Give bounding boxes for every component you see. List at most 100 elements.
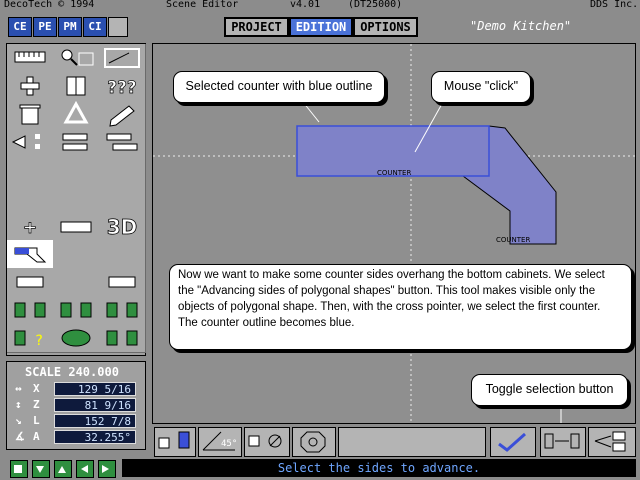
swap-button[interactable] (540, 427, 586, 457)
empty-slot (7, 184, 54, 213)
distribute-icon (11, 134, 40, 149)
zoom-measure-button[interactable] (53, 44, 100, 73)
tab-pm[interactable]: PM (58, 17, 82, 37)
group-align-button[interactable] (99, 296, 146, 325)
group-replace-button[interactable] (99, 324, 146, 353)
arrow-up-icon (58, 466, 66, 473)
delete-button[interactable] (7, 100, 54, 129)
group-query-button[interactable]: ? (7, 324, 54, 353)
plus-question-icon: + (23, 218, 38, 239)
empty-slot (7, 156, 54, 185)
cabinet-button[interactable] (53, 72, 100, 101)
empty-slot (99, 184, 146, 213)
arrow-right-icon (102, 465, 109, 473)
hand-icon (16, 276, 44, 288)
angle-value-field[interactable]: 32.255° (54, 430, 136, 444)
tab-pe[interactable]: PE (33, 17, 57, 37)
toggle-selection-icon (594, 431, 626, 452)
status-bar: Select the sides to advance. (122, 459, 636, 477)
flip-button[interactable] (99, 128, 146, 157)
empty-slot (53, 240, 100, 269)
nav-down-button[interactable] (32, 460, 50, 478)
hand-right-button[interactable] (99, 268, 146, 297)
advance-sides-icon (14, 247, 47, 263)
company-label: DecoTech © 1994 (4, 0, 95, 10)
x-axis-label: X (33, 382, 40, 395)
group-icon (60, 302, 92, 318)
length-label: L (33, 414, 40, 427)
advance-polygon-sides-button[interactable] (7, 240, 54, 269)
ruler-tool-button[interactable] (7, 44, 54, 73)
length-value-field[interactable]: 152 7/8 (54, 414, 136, 428)
help-button[interactable]: ??? (99, 72, 146, 101)
add-help-button[interactable]: + (7, 212, 54, 241)
scene-canvas[interactable]: COUNTER COUNTER Selected counter with bl… (152, 43, 636, 424)
options-mode-button[interactable]: OPTIONS (353, 17, 418, 37)
group-copy-button[interactable] (53, 296, 100, 325)
version-label: v4.01 (290, 0, 321, 10)
angle-label: A (33, 430, 40, 443)
edition-mode-button[interactable]: EDITION (289, 17, 353, 37)
oval-tool-button[interactable] (53, 324, 100, 353)
nav-right-button[interactable] (98, 460, 116, 478)
nav-left-button[interactable] (76, 460, 94, 478)
x-value-field[interactable]: 129 5/16 (54, 382, 136, 396)
tab-ci[interactable]: CI (83, 17, 107, 37)
snap-button[interactable] (154, 427, 196, 457)
scale-panel: SCALE 240.000 ↔ X 129 5/16 ↕ Z 81 9/16 ↘… (6, 361, 146, 450)
length-icon: ↘ (15, 414, 22, 427)
empty-slot (53, 184, 100, 213)
view-plan-button[interactable] (53, 212, 100, 241)
toggle-selection-button[interactable] (588, 427, 636, 457)
octagon-icon (300, 431, 326, 453)
snap-icon (158, 431, 190, 449)
add-label: + (23, 218, 37, 238)
empty-slot (53, 156, 100, 185)
z-axis-icon: ↕ (15, 398, 22, 411)
svg-text:?: ? (35, 333, 43, 349)
cabinet-icon (66, 76, 86, 96)
hand-left-button[interactable] (7, 268, 54, 297)
project-mode-button[interactable]: PROJECT (224, 17, 289, 37)
validate-button[interactable] (490, 427, 536, 457)
nav-home-button[interactable] (10, 460, 28, 478)
tab-ce[interactable]: CE (8, 17, 32, 37)
z-axis-label: Z (33, 398, 40, 411)
arrow-down-icon (36, 466, 44, 473)
add-object-button[interactable] (7, 72, 54, 101)
empty-slot (99, 240, 146, 269)
help-label: ??? (107, 78, 137, 98)
z-value-field[interactable]: 81 9/16 (54, 398, 136, 412)
empty-slot (53, 268, 100, 297)
empty-slot (99, 156, 146, 185)
room-plan-icon (104, 48, 140, 68)
project-name: "Demo Kitchen" (470, 19, 572, 33)
group-icon (106, 302, 138, 318)
no-snap-icon (248, 434, 282, 448)
view-3d-button[interactable]: 3D (99, 212, 146, 241)
rotate-icon (62, 133, 88, 151)
tab-blank[interactable] (108, 17, 128, 37)
pencil-button[interactable] (99, 100, 146, 129)
distribute-button[interactable] (7, 128, 54, 157)
group-move-button[interactable] (7, 296, 54, 325)
hand-icon (108, 276, 136, 288)
nav-up-button[interactable] (54, 460, 72, 478)
rotate-button[interactable] (53, 128, 100, 157)
tool-palette: ??? + 3D ? (6, 43, 146, 356)
room-plan-button[interactable] (99, 44, 146, 73)
swap-icon (544, 433, 580, 449)
recycle-button[interactable] (53, 100, 100, 129)
angle-45-button[interactable]: 45° (198, 427, 242, 457)
cancel-snap-button[interactable] (244, 427, 290, 457)
arrow-left-icon (81, 465, 88, 473)
3d-label: 3D (107, 215, 138, 239)
pencil-icon (109, 105, 135, 127)
counter-label: COUNTER (496, 236, 530, 244)
octagon-button[interactable] (292, 427, 336, 457)
toggle-selection-callout: Toggle selection button (471, 374, 628, 406)
vendor-label: DDS Inc. (590, 0, 639, 10)
flip-icon (106, 133, 138, 151)
angle-icon: ∡ (15, 430, 25, 443)
checkmark-icon (498, 432, 526, 452)
